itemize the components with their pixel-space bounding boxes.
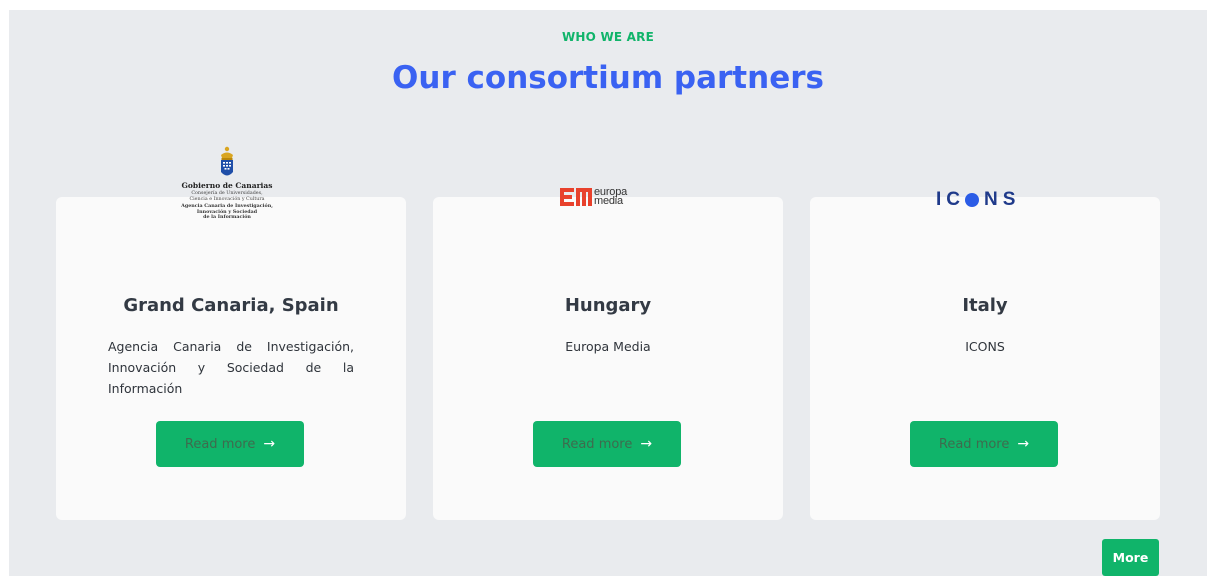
icons-logo-text-end: NS [984, 189, 1021, 210]
partner-title: Hungary [564, 295, 652, 316]
more-button[interactable]: More [1102, 539, 1159, 576]
partner-card-spain: Grand Canaria, Spain Agencia Canaria de … [56, 197, 406, 520]
partners-section: WHO WE ARE Our consortium partners Grand… [9, 10, 1207, 576]
partner-title: Italy [962, 295, 1008, 316]
arrow-right-icon: → [263, 436, 276, 452]
arrow-right-icon: → [1017, 436, 1030, 452]
arrow-right-icon: → [640, 436, 653, 452]
crest-icon [221, 146, 233, 176]
gobierno-de-canarias-logo: Gobierno de Canarias Consejería de Unive… [176, 146, 278, 221]
europa-media-mark-icon [560, 188, 592, 206]
circle-dot-icon [965, 193, 979, 207]
europa-media-wordmark: europa media [594, 187, 627, 207]
logo-subline-2: Ciencia e Innovación y Cultura [189, 196, 265, 202]
logo-name: Gobierno de Canarias [181, 181, 273, 190]
europa-media-logo: europa media [560, 187, 627, 207]
read-more-label: Read more [938, 436, 1010, 452]
section-heading: Our consortium partners [392, 60, 824, 96]
partner-card-italy: Italy ICONS Read more → [810, 197, 1160, 520]
read-more-button[interactable]: Read more → [910, 421, 1058, 467]
read-more-button[interactable]: Read more → [156, 421, 304, 467]
read-more-label: Read more [184, 436, 256, 452]
icons-logo: IC NS [936, 189, 1020, 211]
logo-line-media: media [594, 195, 623, 207]
logo-agency-3: de la Información [203, 214, 251, 220]
read-more-label: Read more [561, 436, 633, 452]
icons-logo-text-start: IC [936, 189, 965, 210]
partner-description: Agencia Canaria de Investigación, Innova… [108, 339, 354, 396]
partner-card-hungary: Hungary Europa Media Read more → [433, 197, 783, 520]
partner-title: Grand Canaria, Spain [123, 295, 339, 316]
section-eyebrow: WHO WE ARE [562, 30, 654, 44]
partner-description: Europa Media [565, 339, 651, 354]
partner-description: ICONS [965, 339, 1005, 354]
read-more-button[interactable]: Read more → [533, 421, 681, 467]
